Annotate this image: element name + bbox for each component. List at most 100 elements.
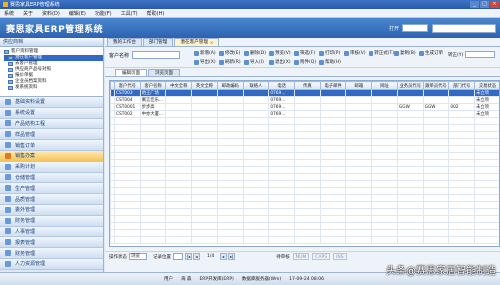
toolbar-button[interactable]: 退出(X) (269, 58, 294, 66)
column-header[interactable]: 交易状态 (474, 81, 499, 90)
table-cell[interactable] (319, 103, 347, 111)
table-cell[interactable] (216, 89, 244, 97)
table-cell[interactable] (319, 110, 347, 118)
column-header[interactable]: 跟单员代号 (422, 81, 450, 90)
table-cell[interactable] (448, 110, 476, 118)
nav-item[interactable]: 采购计划 (0, 161, 103, 173)
table-row[interactable]: CST002 中亦大厦... 0769... 未立项 (110, 110, 499, 118)
tab[interactable]: 我的工作台 (107, 38, 142, 46)
nav-item[interactable]: 委外管理 (0, 204, 103, 216)
table-cell[interactable] (345, 89, 373, 97)
table-cell[interactable] (448, 96, 476, 104)
column-header[interactable]: 英文全称 (191, 81, 218, 90)
nav-item[interactable]: 销售订单 (0, 140, 103, 151)
toolbar-button[interactable]: 预览(V) (269, 49, 294, 57)
table-cell[interactable]: 步步高 (139, 103, 167, 111)
table-cell[interactable]: 0769... (268, 110, 296, 118)
table-cell[interactable] (216, 96, 244, 104)
column-header[interactable]: 网址 (371, 81, 398, 90)
nav-item[interactable]: 产品结构工程 (0, 118, 103, 130)
tree-item[interactable]: 发系统资料 (4, 85, 103, 91)
tab[interactable]: 潜在客户管理 × (174, 38, 220, 46)
minimize-button[interactable]: _ (470, 1, 479, 8)
maximize-button[interactable]: □ (480, 1, 489, 8)
nav-item[interactable]: 样品管理 (0, 129, 103, 141)
nav-item[interactable]: 财务管理 (0, 248, 103, 259)
table-cell[interactable]: 未立项 (474, 89, 499, 97)
nav-item[interactable]: 人力资源管理 (0, 258, 103, 270)
column-header[interactable]: 业务员代号 (396, 81, 424, 90)
column-header[interactable]: 邮政编码 (216, 81, 244, 90)
tab[interactable]: 部门管理 (142, 38, 174, 46)
table-cell[interactable] (371, 103, 398, 111)
table-cell[interactable] (422, 96, 450, 104)
toolbar-button[interactable]: 筛选(F) (294, 49, 319, 57)
column-header[interactable]: 邮箱 (345, 81, 373, 90)
menu-item[interactable]: 系统 (4, 10, 14, 17)
table-row[interactable]: CST004 寓言佳乐... 0769... 未立项 (110, 96, 499, 104)
table-row[interactable]: CST003 地王广场 0769... 未立项 (110, 89, 499, 97)
nav-item[interactable]: 生产管理 (0, 183, 103, 195)
table-cell[interactable] (396, 89, 424, 97)
table-cell[interactable] (242, 89, 270, 97)
column-header[interactable]: 客户代号 (114, 81, 141, 90)
table-cell[interactable] (422, 89, 450, 97)
search-input[interactable] (432, 23, 496, 33)
menu-item[interactable]: 关于 (23, 10, 33, 17)
menu-item[interactable]: 资料(D) (42, 10, 60, 17)
table-cell[interactable] (191, 110, 218, 118)
nav-item[interactable]: 財务管理 (0, 215, 103, 227)
table-cell[interactable]: 002 (448, 103, 476, 111)
toolbar-button[interactable]: 转正式(T) (369, 49, 394, 57)
table-cell[interactable] (371, 89, 398, 97)
table-cell[interactable]: 寓言佳乐... (139, 96, 167, 104)
table-cell[interactable] (319, 89, 347, 97)
table-cell[interactable]: CST004 (114, 96, 141, 104)
nav-item[interactable]: 系统设置 (0, 107, 103, 119)
table-cell[interactable] (396, 110, 424, 118)
column-header[interactable]: 电子邮件 (319, 81, 347, 90)
table-cell[interactable]: GGW (422, 103, 450, 111)
table-cell[interactable]: CST003 (114, 89, 141, 97)
column-header[interactable]: 传真 (294, 81, 321, 90)
table-cell[interactable]: GGW (396, 103, 424, 111)
toolbar-button[interactable]: 新增(A) (194, 49, 219, 57)
table-cell[interactable] (294, 110, 321, 118)
table-cell[interactable] (216, 103, 244, 111)
table-cell[interactable] (294, 96, 321, 104)
toolbar-button[interactable]: 修改(E) (219, 49, 244, 57)
table-cell[interactable]: 未立项 (474, 103, 499, 111)
toolbar-button[interactable]: 导入(I) (244, 58, 269, 66)
column-header[interactable]: 中文全称 (165, 81, 193, 90)
table-cell[interactable]: 0769... (268, 89, 296, 97)
table-cell[interactable] (165, 103, 193, 111)
table-cell[interactable] (319, 96, 347, 104)
next-page-button[interactable]: ▸ (220, 253, 228, 260)
menu-item[interactable]: 功能(F) (95, 10, 112, 17)
table-cell[interactable] (371, 96, 398, 104)
table-cell[interactable] (345, 103, 373, 111)
table-row[interactable]: CST0001 步步高 0769... GGW GGW 002 未立项 (110, 103, 499, 111)
toolbar-button[interactable]: 审核(V) (344, 49, 369, 57)
table-cell[interactable] (216, 110, 244, 118)
table-cell[interactable] (165, 96, 193, 104)
table-cell[interactable] (345, 110, 373, 118)
table-cell[interactable] (165, 89, 193, 97)
subtab[interactable]: 编辑页面 (115, 69, 147, 76)
column-header[interactable]: 部门代号 (448, 81, 476, 90)
close-button[interactable]: × (490, 1, 499, 8)
table-cell[interactable]: 地王广场 (139, 89, 167, 97)
table-cell[interactable]: 未立项 (474, 96, 499, 104)
nav-item[interactable]: 品质管理 (0, 194, 103, 205)
subtab[interactable]: 浏览页面 (148, 69, 180, 76)
column-header[interactable]: 电话 (268, 81, 296, 90)
table-cell[interactable] (396, 96, 424, 104)
table-cell[interactable] (294, 103, 321, 111)
table-cell[interactable] (165, 110, 193, 118)
table-cell[interactable]: CST002 (114, 110, 141, 118)
menu-item[interactable]: 工具(T) (121, 10, 138, 17)
table-cell[interactable] (371, 110, 398, 118)
toolbar-button[interactable]: 删除(D) (244, 49, 269, 57)
convert-input[interactable] (465, 51, 496, 58)
table-cell[interactable] (242, 96, 270, 104)
